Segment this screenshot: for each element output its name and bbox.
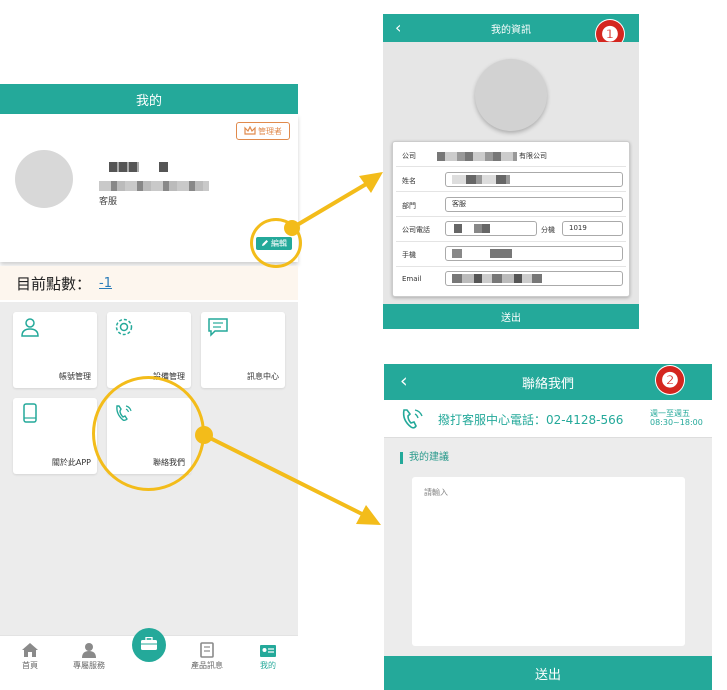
company-suffix: 有限公司 <box>519 152 547 160</box>
ext-label: 分機 <box>541 226 555 234</box>
redacted-phone <box>454 224 499 233</box>
suggestion-placeholder: 請輸入 <box>424 488 448 497</box>
divider <box>396 166 626 167</box>
hours-time: 08:30~18:00 <box>650 418 703 427</box>
name-label: 姓名 <box>402 177 416 185</box>
back-arrow-icon[interactable]: ‹ <box>400 370 408 392</box>
step-badge-2: ❷ <box>656 366 684 394</box>
back-arrow-icon[interactable]: ‹ <box>395 18 401 37</box>
suggestion-title: 我的建議 <box>400 452 449 464</box>
redacted-company <box>437 152 517 161</box>
divider <box>396 266 626 267</box>
ext-field[interactable]: 1019 <box>562 221 623 236</box>
arrow-head-1 <box>359 172 383 193</box>
suggestion-textarea[interactable]: 請輸入 <box>412 477 685 646</box>
submit-label: 送出 <box>534 667 561 683</box>
phone-label: 公司電話 <box>402 226 430 234</box>
redacted-mobile <box>452 249 512 258</box>
dept-label: 部門 <box>402 202 416 210</box>
arrow-line-2 <box>203 433 363 516</box>
arrow-line-1 <box>290 181 370 230</box>
company-label: 公司 <box>402 152 416 160</box>
avatar-large[interactable] <box>475 59 547 131</box>
contact-us-title: 聯絡我們 <box>521 376 574 392</box>
submit-label: 送出 <box>501 313 521 324</box>
email-label: Email <box>402 275 422 283</box>
divider <box>396 191 626 192</box>
my-info-title: 我的資訊 <box>491 24 531 36</box>
divider <box>396 216 626 217</box>
phone-call-icon <box>400 407 426 435</box>
dept-field[interactable]: 客服 <box>445 197 623 212</box>
arrow-dot-2 <box>195 426 213 444</box>
contact-submit-button[interactable]: 送出 <box>384 656 712 690</box>
arrow-dot-1 <box>284 220 300 236</box>
mobile-label: 手機 <box>402 251 416 259</box>
my-info-submit-button[interactable]: 送出 <box>383 304 639 329</box>
redacted-name-value <box>452 175 510 184</box>
divider <box>396 241 626 242</box>
hotline-bar[interactable]: 撥打客服中心電話：02-4128-566 週一至週五 08:30~18:00 <box>384 400 712 438</box>
redacted-email <box>452 274 542 283</box>
hotline-text: 撥打客服中心電話：02-4128-566 <box>438 413 624 427</box>
